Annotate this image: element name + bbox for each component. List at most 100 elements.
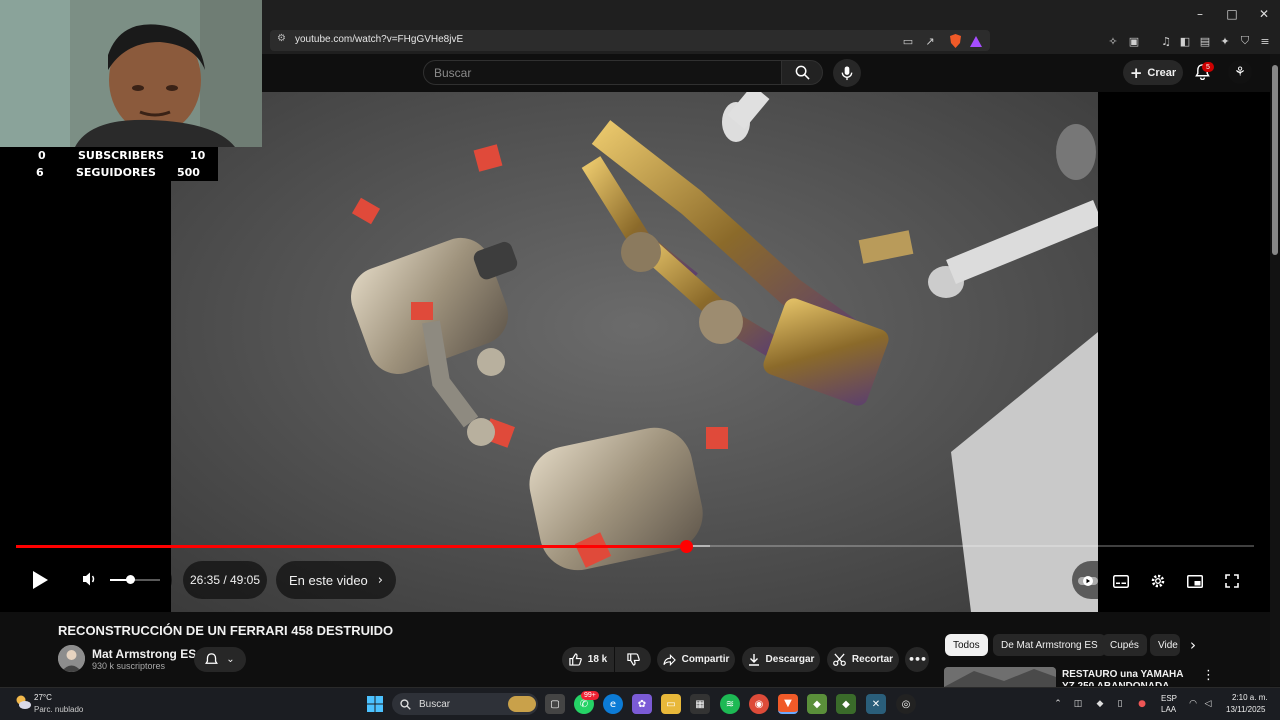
- dislike-button[interactable]: [615, 647, 651, 672]
- chip-channel[interactable]: De Mat Armstrong ES: [993, 634, 1106, 656]
- stats-row-1-left: 0: [38, 149, 46, 162]
- channel-name[interactable]: Mat Armstrong ES: [92, 647, 196, 661]
- download-label: Descargar: [765, 654, 815, 665]
- keyboard-language[interactable]: ESP: [1161, 694, 1177, 703]
- search-placeholder: Buscar: [434, 66, 472, 80]
- search-button[interactable]: [781, 60, 823, 85]
- like-button[interactable]: 18 k: [562, 647, 614, 672]
- share-label: Compartir: [681, 654, 730, 665]
- close-button[interactable]: ✕: [1248, 0, 1280, 28]
- chapters-button[interactable]: En este video ›: [276, 561, 396, 599]
- battery-icon[interactable]: ▯: [1113, 697, 1127, 711]
- notification-badge: 5: [1202, 62, 1214, 72]
- wifi-icon[interactable]: ◠: [1186, 697, 1200, 711]
- sidebar-icon[interactable]: ◧: [1177, 33, 1193, 49]
- url-text[interactable]: youtube.com/watch?v=FHgGVHe8jvE: [295, 34, 463, 45]
- vpn-icon[interactable]: ⛉: [1237, 33, 1253, 49]
- share-icon[interactable]: ↗: [922, 33, 938, 49]
- leo-ai-icon[interactable]: ✦: [1217, 33, 1233, 49]
- keyboard-layout[interactable]: LAA: [1161, 705, 1176, 714]
- brave-rewards-icon[interactable]: [968, 33, 984, 49]
- plus-icon: +: [1129, 63, 1143, 82]
- minecraft-icon[interactable]: ◆: [807, 694, 827, 714]
- search-input[interactable]: [423, 60, 783, 85]
- chip-coupes[interactable]: Cupés: [1102, 634, 1147, 656]
- more-actions-button[interactable]: •••: [905, 647, 929, 672]
- file-explorer-icon[interactable]: ▭: [661, 694, 681, 714]
- speaker-icon[interactable]: ◁: [1201, 697, 1215, 711]
- volume-control[interactable]: [74, 561, 172, 599]
- search-icon: [795, 65, 810, 80]
- account-avatar[interactable]: ⚘: [1228, 60, 1252, 84]
- subtitles-icon[interactable]: [1111, 571, 1131, 591]
- media-icon[interactable]: ♫: [1158, 33, 1174, 49]
- tray-app-icon[interactable]: ◫: [1071, 697, 1085, 711]
- voice-search-button[interactable]: [833, 59, 861, 87]
- autoplay-toggle[interactable]: [1078, 571, 1098, 591]
- create-label: Crear: [1147, 66, 1177, 79]
- recommendation-thumbnail[interactable]: [944, 667, 1056, 687]
- extensions-icon[interactable]: ✧: [1105, 33, 1121, 49]
- store-icon[interactable]: ▦: [690, 694, 710, 714]
- search-highlight-icon[interactable]: [508, 696, 536, 712]
- scissors-icon: [833, 653, 846, 666]
- more-vertical-icon[interactable]: ⋮: [1202, 668, 1215, 683]
- copilot-icon[interactable]: ✿: [632, 694, 652, 714]
- clock-time[interactable]: 2:10 a. m.: [1232, 693, 1268, 702]
- like-count: 18 k: [587, 654, 608, 665]
- thumbs-down-icon: [626, 653, 640, 666]
- brave-icon[interactable]: ▼: [778, 694, 798, 714]
- thumbs-up-icon: [569, 653, 582, 666]
- scrollbar-thumb[interactable]: [1272, 65, 1278, 255]
- mic-muted-icon[interactable]: ●: [1135, 697, 1149, 711]
- miniplayer-icon[interactable]: [1185, 571, 1205, 591]
- play-button[interactable]: [18, 561, 62, 599]
- stats-row-2-label: SEGUIDORES: [76, 166, 156, 179]
- stats-row-1-label: SUBSCRIBERS: [78, 149, 165, 162]
- share-icon: [662, 653, 676, 666]
- chevron-right-icon[interactable]: ›: [1190, 636, 1196, 654]
- clock-date[interactable]: 13/11/2025: [1226, 705, 1265, 714]
- fullscreen-icon[interactable]: [1222, 571, 1242, 591]
- progress-scrubber[interactable]: [680, 540, 693, 553]
- volume-icon[interactable]: [82, 571, 98, 592]
- chevron-up-icon[interactable]: ⌃: [1051, 697, 1065, 711]
- wallet-icon[interactable]: ▤: [1197, 33, 1213, 49]
- channel-avatar[interactable]: [58, 645, 85, 672]
- site-info-icon[interactable]: ⚙: [277, 33, 289, 47]
- minimize-button[interactable]: –: [1184, 0, 1216, 28]
- settings-gear-icon[interactable]: [1148, 571, 1168, 591]
- create-button[interactable]: + Crear: [1123, 60, 1183, 85]
- capcut-icon[interactable]: ✕: [866, 694, 886, 714]
- cast-icon[interactable]: ▭: [900, 33, 916, 49]
- share-button[interactable]: Compartir: [657, 647, 735, 672]
- recommendation-title[interactable]: RESTAURO una YAMAHA YZ 250 ABANDONADA Du…: [1062, 669, 1198, 686]
- chip-all[interactable]: Todos: [945, 634, 988, 656]
- video-frame[interactable]: [171, 92, 1098, 612]
- play-icon: [33, 571, 48, 589]
- chrome-icon[interactable]: ◉: [749, 694, 769, 714]
- subscription-bell-button[interactable]: ⌄: [194, 647, 246, 672]
- task-view-icon[interactable]: ▢: [545, 694, 565, 714]
- weather-temperature: 27°C: [34, 693, 52, 702]
- video-content-image: [171, 92, 1098, 612]
- clip-button[interactable]: Recortar: [827, 647, 899, 672]
- video-title: RECONSTRUCCIÓN DE UN FERRARI 458 DESTRUI…: [58, 623, 394, 638]
- brave-shield-icon[interactable]: [947, 33, 963, 49]
- screenshot-icon[interactable]: ▣: [1126, 33, 1142, 49]
- edge-icon[interactable]: e: [603, 694, 623, 714]
- download-icon: [748, 654, 759, 666]
- progress-played: [16, 545, 686, 548]
- spotify-icon[interactable]: ≋: [720, 694, 740, 714]
- windows-start-icon[interactable]: [365, 694, 385, 714]
- weather-icon[interactable]: [14, 693, 32, 711]
- streamer-camera-image: [0, 0, 262, 147]
- obs-icon[interactable]: ◎: [896, 694, 916, 714]
- maximize-button[interactable]: □: [1216, 0, 1248, 28]
- tray-app-icon-2[interactable]: ◆: [1093, 697, 1107, 711]
- volume-slider-knob[interactable]: [125, 575, 135, 584]
- download-button[interactable]: Descargar: [742, 647, 820, 672]
- app-icon[interactable]: ◆: [836, 694, 856, 714]
- menu-icon[interactable]: ≡: [1257, 33, 1273, 49]
- chip-videos[interactable]: Vide: [1150, 634, 1180, 656]
